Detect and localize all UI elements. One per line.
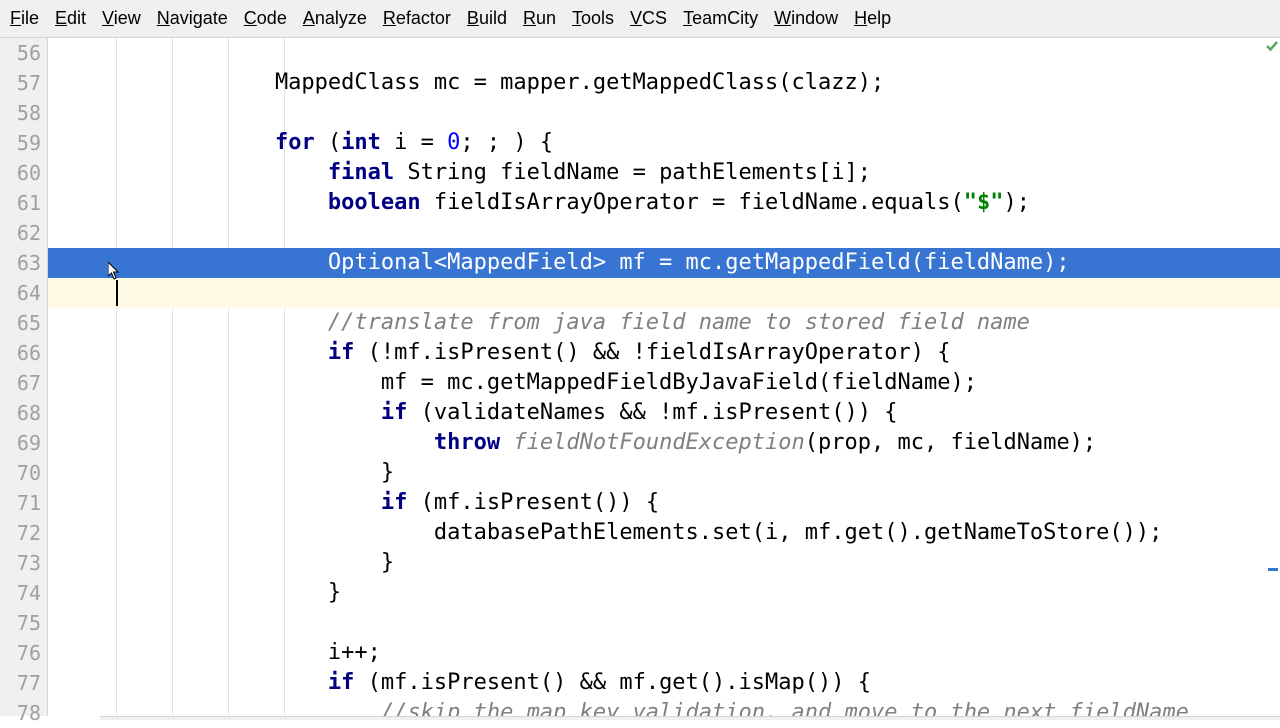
menu-build[interactable]: Build <box>459 2 515 35</box>
scroll-markers <box>1266 38 1280 716</box>
line-number[interactable]: 62 <box>0 218 47 248</box>
code-line[interactable]: if (validateNames && !mf.isPresent()) { <box>48 398 1280 428</box>
scroll-marker[interactable] <box>1268 568 1278 571</box>
menu-navigate[interactable]: Navigate <box>149 2 236 35</box>
code-line[interactable] <box>48 38 1280 68</box>
code-line[interactable]: } <box>48 548 1280 578</box>
code-line[interactable]: boolean fieldIsArrayOperator = fieldName… <box>48 188 1280 218</box>
line-number[interactable]: 72 <box>0 518 47 548</box>
code-area[interactable]: MappedClass mc = mapper.getMappedClass(c… <box>48 38 1280 716</box>
inspection-ok-icon <box>1266 40 1278 52</box>
menu-code[interactable]: Code <box>236 2 295 35</box>
main-menubar: FileEditViewNavigateCodeAnalyzeRefactorB… <box>0 0 1280 38</box>
code-line[interactable]: if (!mf.isPresent() && !fieldIsArrayOper… <box>48 338 1280 368</box>
menu-vcs[interactable]: VCS <box>622 2 675 35</box>
code-line[interactable]: //translate from java field name to stor… <box>48 308 1280 338</box>
code-line[interactable]: //skip the map key validation, and move … <box>48 698 1280 716</box>
line-number[interactable]: 70 <box>0 458 47 488</box>
line-number[interactable]: 78 <box>0 698 47 728</box>
code-line[interactable] <box>48 218 1280 248</box>
code-line[interactable]: } <box>48 458 1280 488</box>
menu-file[interactable]: File <box>2 2 47 35</box>
line-number[interactable]: 60 <box>0 158 47 188</box>
line-number[interactable]: 56 <box>0 38 47 68</box>
code-line[interactable]: throw fieldNotFoundException(prop, mc, f… <box>48 428 1280 458</box>
menu-analyze[interactable]: Analyze <box>295 2 375 35</box>
code-line[interactable]: databasePathElements.set(i, mf.get().get… <box>48 518 1280 548</box>
menu-teamcity[interactable]: TeamCity <box>675 2 766 35</box>
line-number[interactable]: 64 <box>0 278 47 308</box>
code-line[interactable] <box>48 608 1280 638</box>
line-number[interactable]: 66 <box>0 338 47 368</box>
code-line[interactable]: if (mf.isPresent() && mf.get().isMap()) … <box>48 668 1280 698</box>
code-line[interactable] <box>48 98 1280 128</box>
line-number[interactable]: 76 <box>0 638 47 668</box>
line-gutter: 5657585960616263646566676869707172737475… <box>0 38 48 716</box>
menu-refactor[interactable]: Refactor <box>375 2 459 35</box>
code-line[interactable]: mf = mc.getMappedFieldByJavaField(fieldN… <box>48 368 1280 398</box>
line-number[interactable]: 57 <box>0 68 47 98</box>
text-caret <box>116 280 118 306</box>
line-number[interactable]: 69 <box>0 428 47 458</box>
line-number[interactable]: 71 <box>0 488 47 518</box>
code-line[interactable]: Optional<MappedField> mf = mc.getMappedF… <box>48 248 1280 278</box>
line-number[interactable]: 61 <box>0 188 47 218</box>
line-number[interactable]: 59 <box>0 128 47 158</box>
code-line[interactable]: if (mf.isPresent()) { <box>48 488 1280 518</box>
menu-help[interactable]: Help <box>846 2 899 35</box>
line-number[interactable]: 75 <box>0 608 47 638</box>
code-line[interactable] <box>48 278 1280 308</box>
line-number[interactable]: 74 <box>0 578 47 608</box>
line-number[interactable]: 73 <box>0 548 47 578</box>
line-number[interactable]: 67 <box>0 368 47 398</box>
menu-run[interactable]: Run <box>515 2 564 35</box>
code-line[interactable]: MappedClass mc = mapper.getMappedClass(c… <box>48 68 1280 98</box>
code-line[interactable]: final String fieldName = pathElements[i]… <box>48 158 1280 188</box>
line-number[interactable]: 58 <box>0 98 47 128</box>
menu-window[interactable]: Window <box>766 2 846 35</box>
line-number[interactable]: 63 <box>0 248 47 278</box>
code-editor[interactable]: 5657585960616263646566676869707172737475… <box>0 38 1280 716</box>
line-number[interactable]: 68 <box>0 398 47 428</box>
menu-tools[interactable]: Tools <box>564 2 622 35</box>
horizontal-scrollbar[interactable] <box>100 716 1280 720</box>
code-line[interactable]: } <box>48 578 1280 608</box>
line-number[interactable]: 65 <box>0 308 47 338</box>
menu-edit[interactable]: Edit <box>47 2 94 35</box>
code-line[interactable]: i++; <box>48 638 1280 668</box>
menu-view[interactable]: View <box>94 2 149 35</box>
code-line[interactable]: for (int i = 0; ; ) { <box>48 128 1280 158</box>
line-number[interactable]: 77 <box>0 668 47 698</box>
